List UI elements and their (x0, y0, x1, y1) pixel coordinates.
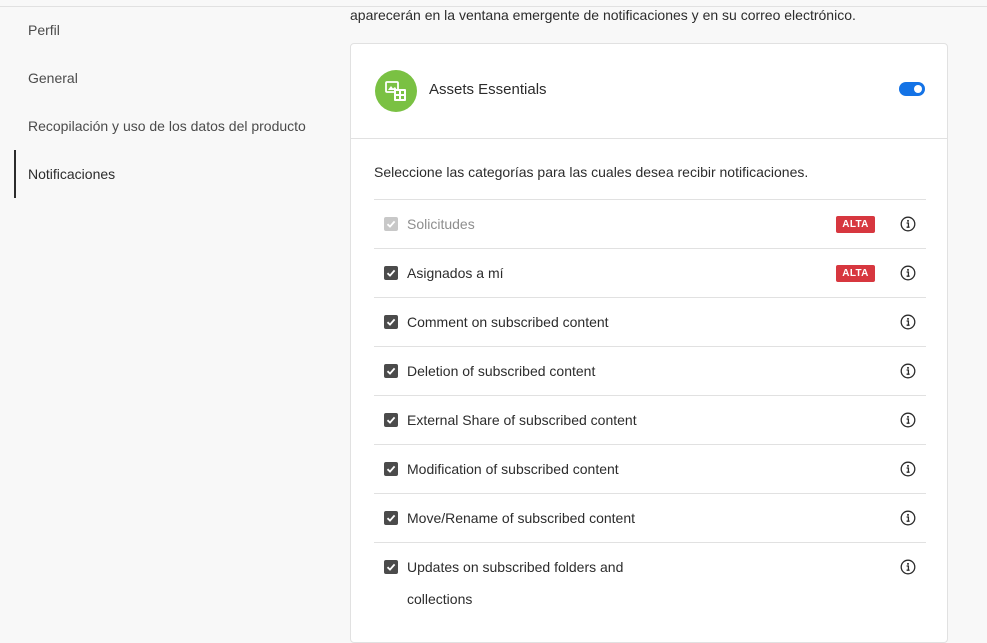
checkmark-icon (386, 416, 396, 424)
assets-icon-glyph (385, 81, 406, 101)
checkmark-icon (386, 269, 396, 277)
list-item: External Share of subscribed content (374, 396, 926, 445)
category-checkbox[interactable] (384, 315, 398, 329)
category-label: Updates on subscribed folders and collec… (407, 559, 624, 607)
sidebar-item-label: Recopilación y uso de los datos del prod… (28, 118, 306, 134)
category-label: Asignados a mí (407, 265, 504, 281)
product-notification-card: Assets Essentials Seleccione las categor… (350, 43, 948, 643)
sidebar-item-general[interactable]: General (14, 54, 334, 102)
info-icon[interactable] (900, 510, 916, 526)
card-header: Assets Essentials (351, 44, 947, 139)
info-icon[interactable] (900, 314, 916, 330)
checkmark-icon (386, 318, 396, 326)
list-item: Deletion of subscribed content (374, 347, 926, 396)
sidebar-item-notifications[interactable]: Notificaciones (14, 150, 334, 198)
priority-badge: ALTA (836, 216, 875, 233)
category-list: Solicitudes ALTA Asignados a mí ALTA Com… (374, 199, 926, 623)
category-checkbox[interactable] (384, 364, 398, 378)
category-label: Modification of subscribed content (407, 461, 619, 477)
checkmark-icon (386, 465, 396, 473)
category-label: External Share of subscribed content (407, 412, 637, 428)
category-checkbox[interactable] (384, 511, 398, 525)
checkmark-icon (386, 367, 396, 375)
info-icon[interactable] (900, 216, 916, 232)
category-label: Comment on subscribed content (407, 314, 609, 330)
sidebar-item-perfil[interactable]: Perfil (14, 6, 334, 54)
checkmark-icon (386, 563, 396, 571)
category-label: Move/Rename of subscribed content (407, 510, 636, 526)
list-item: Solicitudes ALTA (374, 200, 926, 249)
list-item: Comment on subscribed content (374, 298, 926, 347)
sidebar-item-label: Notificaciones (28, 166, 116, 182)
info-icon[interactable] (900, 265, 916, 281)
category-checkbox[interactable] (384, 266, 398, 280)
notifications-intro-text: aparecerán en la ventana emergente de no… (350, 7, 856, 23)
sidebar-item-data-usage[interactable]: Recopilación y uso de los datos del prod… (14, 102, 334, 150)
category-checkbox[interactable] (384, 560, 398, 574)
settings-sidebar: Perfil General Recopilación y uso de los… (14, 6, 334, 198)
checkmark-icon (386, 514, 396, 522)
category-checkbox (384, 217, 398, 231)
list-item: Modification of subscribed content (374, 445, 926, 494)
list-item: Updates on subscribed folders and collec… (374, 543, 926, 623)
category-checkbox[interactable] (384, 462, 398, 476)
info-icon[interactable] (900, 461, 916, 477)
toggle-knob (914, 85, 922, 93)
category-label: Solicitudes (407, 216, 475, 232)
sidebar-item-label: Perfil (28, 22, 60, 38)
category-checkbox[interactable] (384, 413, 398, 427)
info-icon[interactable] (900, 363, 916, 379)
checkmark-icon (386, 220, 396, 228)
info-icon[interactable] (900, 412, 916, 428)
product-name: Assets Essentials (429, 81, 547, 98)
info-icon[interactable] (900, 559, 916, 575)
sidebar-item-label: General (28, 70, 78, 86)
list-item: Asignados a mí ALTA (374, 249, 926, 298)
product-notifications-toggle[interactable] (899, 82, 925, 96)
assets-essentials-logo-icon (375, 70, 417, 112)
category-label: Deletion of subscribed content (407, 363, 596, 379)
category-instructions: Seleccione las categorías para las cuale… (374, 164, 809, 180)
priority-badge: ALTA (836, 265, 875, 282)
list-item: Move/Rename of subscribed content (374, 494, 926, 543)
